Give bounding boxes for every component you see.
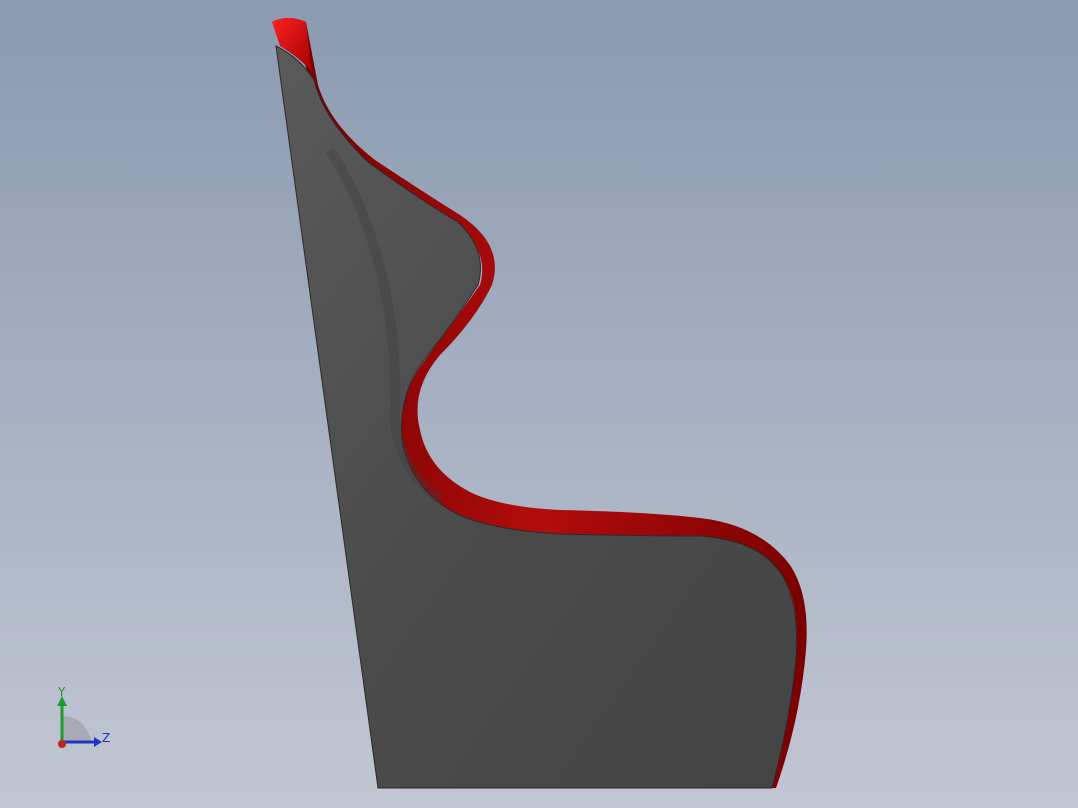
- chair-model[interactable]: [0, 0, 1078, 808]
- reference-triad: Y Z: [40, 684, 120, 754]
- triad-plane-shading: [62, 716, 92, 742]
- origin-point-icon: [58, 740, 66, 748]
- chair-side-face: [275, 45, 798, 789]
- y-axis-label: Y: [58, 685, 66, 699]
- z-axis-label: Z: [102, 731, 111, 745]
- graphics-viewport[interactable]: Y Z: [0, 0, 1078, 808]
